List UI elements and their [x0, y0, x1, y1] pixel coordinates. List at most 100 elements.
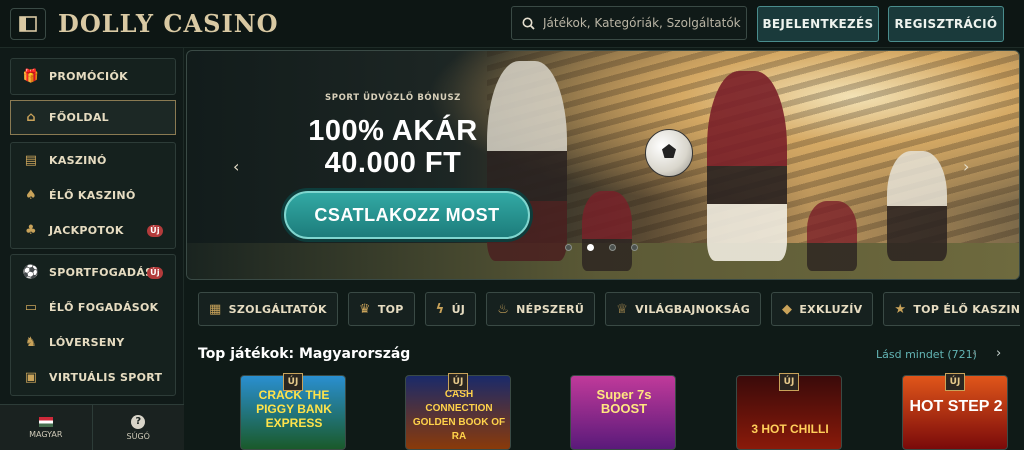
- search-input[interactable]: [543, 16, 743, 30]
- promo-title-line2: 40.000 FT: [324, 147, 462, 179]
- new-game-tag: ÚJ: [779, 373, 799, 391]
- new-game-tag: ÚJ: [945, 373, 965, 391]
- category-exclusive[interactable]: ◆ EXKLUZÍV: [771, 292, 874, 326]
- chevron-right-icon[interactable]: ›: [996, 346, 1001, 361]
- category-label: EXKLUZÍV: [799, 302, 863, 316]
- sidebar-item-sports-betting[interactable]: ⚽ SPORTFOGADÁS Új: [11, 255, 175, 290]
- see-all-link[interactable]: Lásd mindet (721): [876, 348, 977, 361]
- category-label: SZOLGÁLTATÓK: [228, 302, 327, 316]
- chevron-right-icon[interactable]: ›: [963, 157, 969, 176]
- join-now-button[interactable]: CSATLAKOZZ MOST: [284, 191, 530, 239]
- sidebar-item-label: FŐOLDAL: [49, 111, 109, 124]
- game-title: 3 HOT CHILLI: [751, 422, 829, 436]
- category-label: VILÁGBAJNOKSÁG: [635, 302, 751, 316]
- sidebar-item-live-bets[interactable]: ▭ ÉLŐ FOGADÁSOK: [11, 290, 175, 325]
- sidebar-item-virtual-sports[interactable]: ▣ VIRTUÁLIS SPORT: [11, 360, 175, 395]
- sidebar-group-casino: ▤ KASZINÓ ♠ ÉLŐ KASZINÓ ♣ JACKPOTOK Új: [10, 142, 176, 249]
- chevron-left-icon[interactable]: ‹: [972, 346, 977, 361]
- gift-icon: 🎁: [22, 69, 40, 84]
- language-label: MAGYAR: [29, 429, 63, 439]
- category-label: TOP: [377, 302, 404, 316]
- category-label: NÉPSZERŰ: [516, 302, 585, 316]
- help-icon: ?: [131, 414, 146, 429]
- flame-icon: ♨: [497, 301, 510, 317]
- search-box[interactable]: [511, 6, 747, 40]
- sidebar-group-home: ⌂ FŐOLDAL: [10, 100, 176, 135]
- sidebar-item-label: ÉLŐ KASZINÓ: [49, 189, 136, 202]
- sidebar-item-label: VIRTUÁLIS SPORT: [49, 371, 163, 384]
- game-title: CRACK THE PIGGY BANK EXPRESS: [256, 388, 332, 430]
- sidebar-group-sports: ⚽ SPORTFOGADÁS Új ▭ ÉLŐ FOGADÁSOK ♞ LÓVE…: [10, 254, 176, 396]
- cards-icon: ♠: [25, 188, 37, 203]
- sidebar-item-casino[interactable]: ▤ KASZINÓ: [11, 143, 175, 178]
- promo-title: 100% AKÁR 40.000 FT: [283, 115, 503, 179]
- category-popular[interactable]: ♨ NÉPSZERŰ: [486, 292, 596, 326]
- diamond-icon: ◆: [782, 301, 793, 317]
- sidebar-item-promotions[interactable]: 🎁 PROMÓCIÓK: [11, 59, 175, 94]
- sidebar-item-label: KASZINÓ: [49, 154, 107, 167]
- horse-icon: ♞: [25, 335, 37, 350]
- slide-dot[interactable]: [609, 244, 616, 251]
- providers-icon: ▦: [209, 301, 222, 317]
- help-button[interactable]: ? SÚGÓ: [91, 405, 185, 450]
- sidebar: 🎁 PROMÓCIÓK ⌂ FŐOLDAL ▤ KASZINÓ ♠ ÉLŐ KA…: [0, 48, 184, 450]
- game-title: Super 7s BOOST: [596, 387, 652, 416]
- category-label: TOP ÉLŐ KASZINÓ: [913, 302, 1020, 316]
- sidebar-item-label: ÉLŐ FOGADÁSOK: [49, 301, 159, 314]
- new-badge: Új: [147, 224, 163, 237]
- world-cup-icon: ♕: [616, 301, 629, 317]
- game-title: HOT STEP 2: [909, 398, 1003, 415]
- top-games-title: Top játékok: Magyarország: [198, 346, 411, 362]
- promo-banner[interactable]: SPORT ÜDVÖZLŐ BÓNUSZ 100% AKÁR 40.000 FT…: [186, 50, 1020, 280]
- sidebar-item-home[interactable]: ⌂ FŐOLDAL: [10, 100, 176, 135]
- lightning-icon: ϟ: [435, 301, 445, 317]
- category-top-live-casino[interactable]: ★ TOP ÉLŐ KASZINÓ: [883, 292, 1020, 326]
- clover-icon: ♣: [25, 223, 37, 238]
- hungary-flag-icon: [38, 416, 53, 427]
- help-label: SÚGÓ: [126, 431, 150, 441]
- new-game-tag: ÚJ: [283, 373, 303, 391]
- sidebar-bottom-bar: MAGYAR ? SÚGÓ: [0, 404, 184, 450]
- player-figure: [887, 151, 947, 261]
- sidebar-item-jackpots[interactable]: ♣ JACKPOTOK Új: [11, 213, 175, 248]
- casino-icon: ▤: [24, 153, 38, 168]
- star-icon: ★: [894, 301, 907, 317]
- promo-subtitle: SPORT ÜDVÖZLŐ BÓNUSZ: [325, 93, 461, 103]
- register-button[interactable]: REGISZTRÁCIÓ: [888, 6, 1004, 42]
- sidebar-item-live-casino[interactable]: ♠ ÉLŐ KASZINÓ: [11, 178, 175, 213]
- category-world-cup[interactable]: ♕ VILÁGBAJNOKSÁG: [605, 292, 762, 326]
- slide-dot[interactable]: [565, 244, 572, 251]
- home-icon: ⌂: [26, 110, 36, 125]
- login-button[interactable]: BEJELENTKEZÉS: [757, 6, 879, 42]
- sidebar-toggle-icon: [19, 16, 37, 32]
- slide-dot-active[interactable]: [587, 244, 594, 251]
- player-figure: [582, 191, 632, 271]
- new-game-tag: ÚJ: [448, 373, 468, 391]
- category-bar: ▦ SZOLGÁLTATÓK ♛ TOP ϟ ÚJ ♨ NÉPSZERŰ ♕ VILÁGB…: [186, 286, 1020, 332]
- trophy-icon: ♛: [358, 301, 371, 317]
- language-selector[interactable]: MAGYAR: [0, 405, 92, 450]
- sidebar-item-label: PROMÓCIÓK: [49, 70, 128, 83]
- sidebar-item-horse-racing[interactable]: ♞ LÓVERSENY: [11, 325, 175, 360]
- game-card[interactable]: Super 7s BOOST: [570, 375, 676, 450]
- casino-logo[interactable]: DOLLY CASINO: [58, 9, 279, 38]
- sidebar-item-label: SPORTFOGADÁS: [49, 266, 154, 279]
- player-figure: [807, 201, 857, 271]
- chevron-left-icon[interactable]: ‹: [233, 157, 239, 176]
- new-badge: Új: [147, 266, 163, 279]
- sidebar-group-promo: 🎁 PROMÓCIÓK: [10, 58, 176, 95]
- category-label: ÚJ: [451, 302, 466, 316]
- sidebar-item-label: JACKPOTOK: [49, 224, 124, 237]
- category-top[interactable]: ♛ TOP: [347, 292, 415, 326]
- promo-title-line1: 100% AKÁR: [308, 115, 478, 147]
- menu-toggle-button[interactable]: [10, 8, 46, 40]
- game-title: CASH CONNECTION GOLDEN BOOK OF RA: [412, 389, 506, 442]
- player-figure: [707, 71, 787, 261]
- ticket-icon: ▭: [24, 300, 38, 315]
- tv-icon: ▣: [24, 370, 38, 385]
- category-new[interactable]: ϟ ÚJ: [424, 292, 477, 326]
- slide-indicator: [565, 244, 638, 251]
- category-providers[interactable]: ▦ SZOLGÁLTATÓK: [198, 292, 338, 326]
- sidebar-item-label: LÓVERSENY: [49, 336, 125, 349]
- slide-dot[interactable]: [631, 244, 638, 251]
